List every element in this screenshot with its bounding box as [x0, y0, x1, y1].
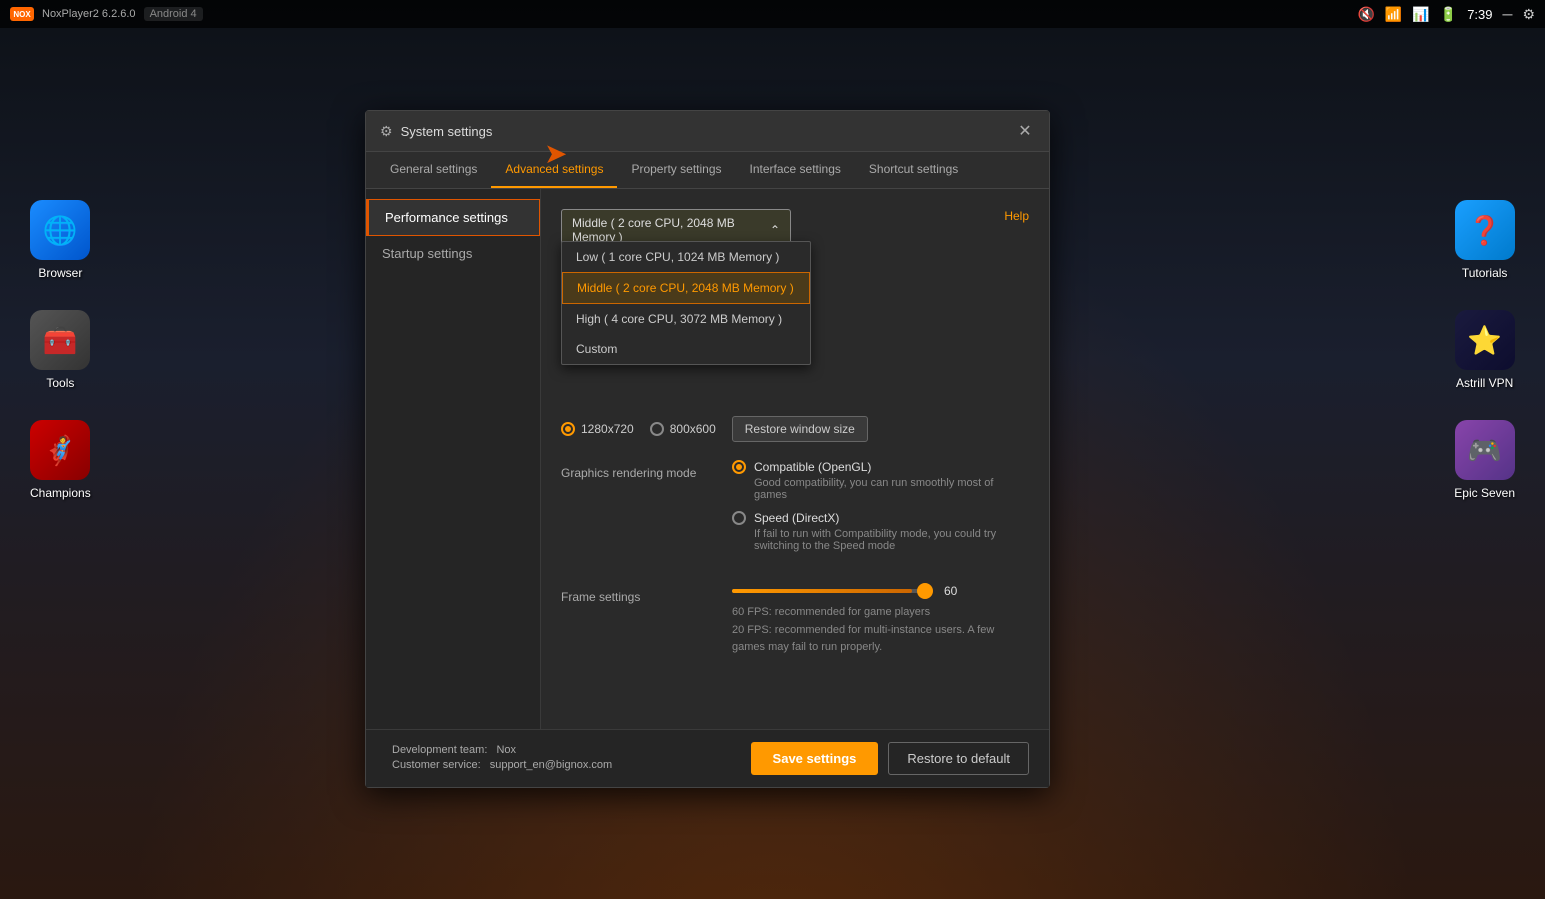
arrow-indicator: ➤	[544, 137, 567, 170]
radio-dot-1280	[561, 422, 575, 436]
graphics-opengl-desc: Good compatibility, you can run smoothly…	[754, 477, 1029, 501]
frame-slider-value: 60	[944, 584, 969, 598]
frame-row: Frame settings 60 60 FPS: recommended	[561, 584, 1029, 657]
gear-icon: ⚙	[380, 123, 393, 140]
frame-control: 60 60 FPS: recommended for game players …	[732, 584, 1029, 657]
restore-default-button[interactable]: Restore to default	[888, 742, 1029, 775]
graphics-row: Graphics rendering mode Compatible (Open…	[561, 460, 1029, 562]
dev-team-label: Development team:	[392, 744, 487, 756]
modal-tabs: General settings Advanced settings Prope…	[366, 152, 1049, 189]
resolution-option-800[interactable]: 800x600	[650, 422, 716, 436]
chevron-icon: ⌃	[770, 223, 780, 237]
restore-window-button[interactable]: Restore window size	[732, 416, 868, 442]
modal-header: ⚙ System settings ✕	[366, 111, 1049, 152]
graphics-directx-desc: If fail to run with Compatibility mode, …	[754, 528, 1029, 552]
dev-team-row: Development team: Nox	[386, 744, 612, 756]
dropdown-option-middle[interactable]: Middle ( 2 core CPU, 2048 MB Memory )	[562, 272, 810, 304]
dev-team-value: Nox	[496, 744, 516, 756]
graphics-directx-label: Speed (DirectX)	[754, 511, 839, 525]
frame-label: Frame settings	[561, 584, 716, 604]
graphics-opengl: Compatible (OpenGL) Good compatibility, …	[732, 460, 1029, 501]
modal-overlay: ⚙ System settings ✕ General settings Adv…	[0, 0, 1545, 899]
footer-buttons: Save settings Restore to default	[751, 742, 1029, 775]
customer-service-value: support_en@bignox.com	[490, 759, 612, 771]
tab-property[interactable]: Property settings	[617, 152, 735, 188]
graphics-label: Graphics rendering mode	[561, 460, 716, 480]
frame-hint-60fps: 60 FPS: recommended for game players	[732, 604, 1029, 622]
tab-general[interactable]: General settings	[376, 152, 491, 188]
desktop: NOX NoxPlayer2 6.2.6.0 Android 4 🔇 📶 📊 🔋…	[0, 0, 1545, 899]
modal-sidebar: Performance settings Startup settings	[366, 189, 541, 729]
performance-dropdown-menu: Low ( 1 core CPU, 1024 MB Memory ) Middl…	[561, 241, 811, 365]
frame-slider-container: 60	[732, 584, 1029, 598]
dropdown-option-high[interactable]: High ( 4 core CPU, 3072 MB Memory )	[562, 304, 810, 334]
frame-slider-fill	[732, 589, 912, 593]
resolution-radio-group: 1280x720 800x600	[561, 422, 716, 436]
dropdown-option-custom[interactable]: Custom	[562, 334, 810, 364]
graphics-control: Compatible (OpenGL) Good compatibility, …	[732, 460, 1029, 562]
customer-service-row: Customer service: support_en@bignox.com	[386, 759, 612, 771]
modal-close-button[interactable]: ✕	[1015, 121, 1035, 141]
sidebar-item-performance[interactable]: Performance settings	[366, 199, 540, 236]
sidebar-item-startup[interactable]: Startup settings	[366, 236, 540, 271]
performance-dropdown-value: Middle ( 2 core CPU, 2048 MB Memory )	[572, 216, 770, 244]
system-settings-modal: ⚙ System settings ✕ General settings Adv…	[365, 110, 1050, 788]
modal-body: Performance settings Startup settings ➤ …	[366, 189, 1049, 729]
modal-footer: Development team: Nox Customer service: …	[366, 729, 1049, 787]
resolution-row: 1280x720 800x600 Restore window size	[561, 416, 1029, 442]
resolution-option-1280[interactable]: 1280x720	[561, 422, 634, 436]
save-settings-button[interactable]: Save settings	[751, 742, 879, 775]
graphics-opengl-label: Compatible (OpenGL)	[754, 460, 871, 474]
radio-dot-directx	[732, 511, 746, 525]
radio-dot-opengl	[732, 460, 746, 474]
frame-slider-thumb[interactable]	[917, 583, 933, 599]
dropdown-option-low[interactable]: Low ( 1 core CPU, 1024 MB Memory )	[562, 242, 810, 272]
modal-header-left: ⚙ System settings	[380, 123, 492, 140]
resolution-label-1280: 1280x720	[581, 422, 634, 436]
footer-info: Development team: Nox Customer service: …	[386, 744, 612, 774]
resolution-label-800: 800x600	[670, 422, 716, 436]
graphics-opengl-title[interactable]: Compatible (OpenGL)	[732, 460, 1029, 474]
tab-interface[interactable]: Interface settings	[736, 152, 855, 188]
modal-title: System settings	[401, 124, 493, 139]
customer-service-label: Customer service:	[392, 759, 481, 771]
radio-dot-800	[650, 422, 664, 436]
frame-slider-track[interactable]	[732, 589, 932, 593]
frame-hint-20fps: 20 FPS: recommended for multi-instance u…	[732, 622, 1029, 657]
frame-hints: 60 FPS: recommended for game players 20 …	[732, 604, 1029, 657]
tab-shortcut[interactable]: Shortcut settings	[855, 152, 972, 188]
graphics-directx-title[interactable]: Speed (DirectX)	[732, 511, 1029, 525]
performance-dropdown-container: Middle ( 2 core CPU, 2048 MB Memory ) ⌃ …	[561, 209, 1029, 251]
graphics-directx: Speed (DirectX) If fail to run with Comp…	[732, 511, 1029, 552]
modal-content: Help Middle ( 2 core CPU, 2048 MB Memory…	[541, 189, 1049, 729]
